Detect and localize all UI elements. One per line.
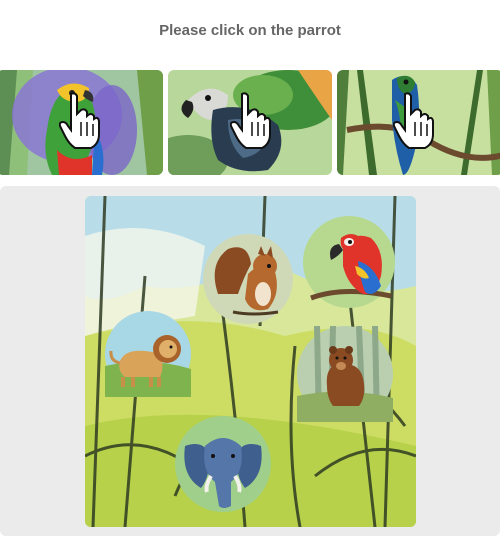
animal-bear[interactable] <box>297 326 393 422</box>
hand-cursor-icon <box>393 92 434 149</box>
example-image-2 <box>168 70 332 175</box>
example-images <box>0 70 500 177</box>
animal-lion[interactable] <box>105 311 191 397</box>
hand-cursor-icon <box>59 92 100 149</box>
animal-squirrel[interactable] <box>203 234 293 324</box>
animal-parrot[interactable] <box>303 216 395 308</box>
hand-cursor-icon <box>230 92 271 149</box>
challenge-image[interactable] <box>85 196 416 527</box>
challenge-panel <box>0 186 500 536</box>
animal-elephant[interactable] <box>175 416 271 512</box>
prompt-text: Please click on the parrot <box>159 22 341 39</box>
example-image-3 <box>337 70 500 175</box>
example-image-1 <box>0 70 163 175</box>
